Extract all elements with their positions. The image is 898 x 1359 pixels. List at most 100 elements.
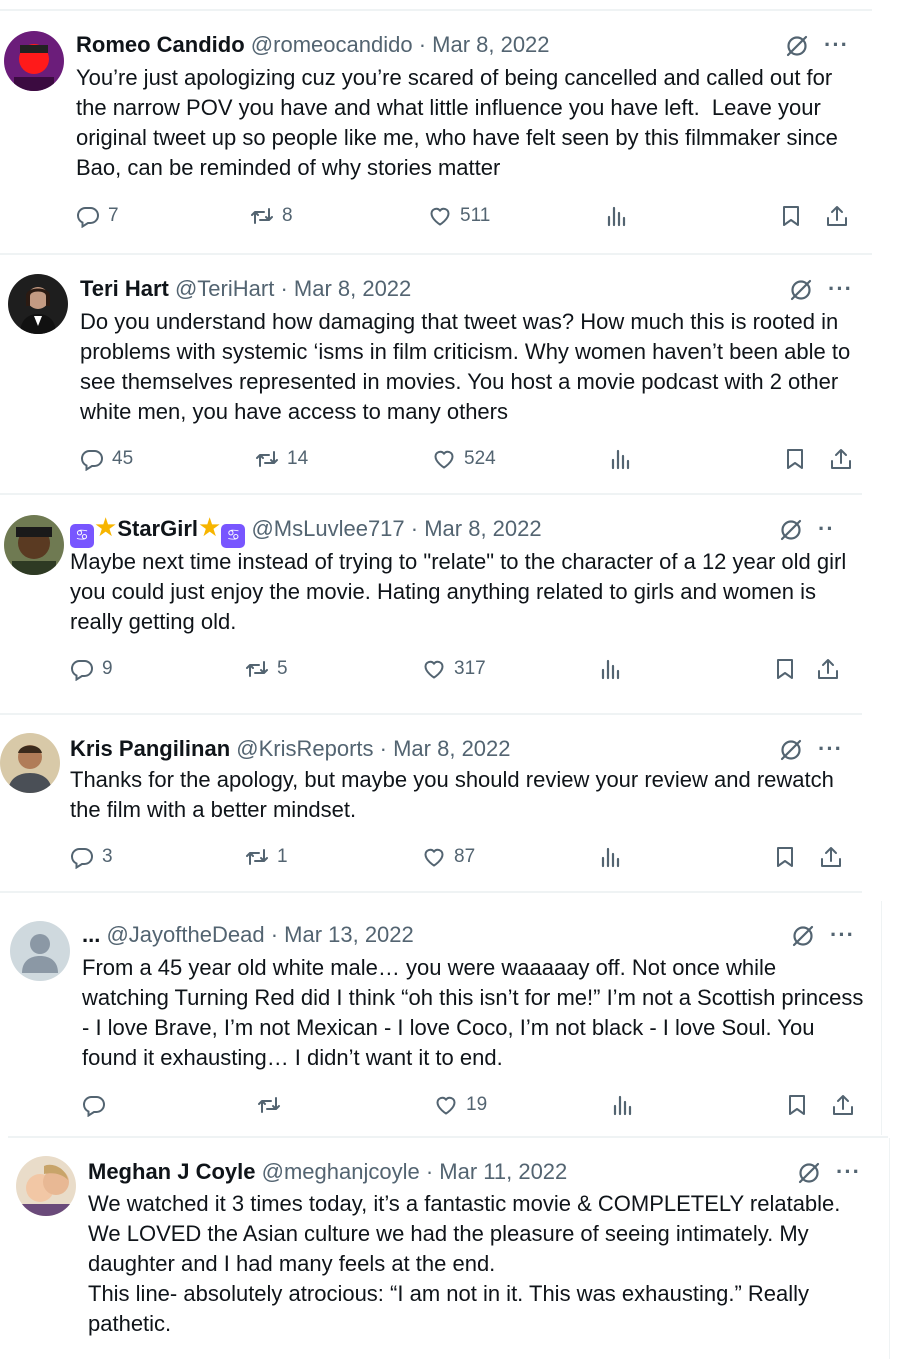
user-handle[interactable]: @romeocandido xyxy=(251,32,413,57)
retweet-icon xyxy=(255,447,279,471)
user-handle[interactable]: @MsLuvlee717 xyxy=(251,516,404,541)
grok-icon[interactable] xyxy=(790,923,816,949)
heart-icon xyxy=(428,204,452,228)
display-name[interactable]: ♋ ★StarGirl★ ♋ xyxy=(70,514,246,548)
reply-button[interactable]: 45 xyxy=(80,447,133,471)
views-button[interactable] xyxy=(598,845,622,869)
more-icon[interactable]: ··· xyxy=(836,1161,861,1183)
avatar[interactable] xyxy=(16,1156,76,1216)
share-icon xyxy=(829,447,853,471)
tweet-date[interactable]: · Mar 8, 2022 xyxy=(411,516,542,541)
display-name[interactable]: Romeo Candido xyxy=(76,32,245,57)
tweet-text: Do you understand how damaging that twee… xyxy=(80,309,857,424)
share-button[interactable] xyxy=(819,845,843,869)
action-bar: 3 1 87 xyxy=(70,845,850,875)
share-icon xyxy=(831,1093,855,1117)
bookmark-icon xyxy=(779,204,803,228)
bookmark-button[interactable] xyxy=(779,204,803,228)
avatar[interactable] xyxy=(4,31,64,91)
reply-icon xyxy=(82,1093,106,1117)
share-button[interactable] xyxy=(831,1093,855,1117)
avatar[interactable] xyxy=(4,515,64,575)
more-icon[interactable]: ··· xyxy=(830,924,855,946)
bookmark-icon xyxy=(785,1093,809,1117)
reply-count: 7 xyxy=(108,205,119,226)
user-handle[interactable]: @KrisReports xyxy=(236,736,373,761)
views-button[interactable] xyxy=(608,447,632,471)
views-button[interactable] xyxy=(598,657,622,681)
retweet-icon xyxy=(257,1093,281,1117)
analytics-icon xyxy=(598,657,622,681)
retweet-icon xyxy=(245,657,269,681)
display-name[interactable]: ... xyxy=(82,922,100,947)
more-icon[interactable]: ·· xyxy=(818,518,835,540)
retweet-button[interactable] xyxy=(257,1093,289,1117)
tweet-date[interactable]: · Mar 11, 2022 xyxy=(426,1159,567,1184)
display-name[interactable]: Meghan J Coyle xyxy=(88,1159,255,1184)
user-handle[interactable]: @meghanjcoyle xyxy=(262,1159,420,1184)
retweet-icon xyxy=(250,204,274,228)
tweet-jayofthedead[interactable]: ... @JayoftheDead · Mar 13, 2022 ··· Fro… xyxy=(0,901,882,1135)
tweet-text: We watched it 3 times today, it’s a fant… xyxy=(88,1191,841,1336)
reply-button[interactable]: 9 xyxy=(70,657,113,681)
reply-button[interactable]: 7 xyxy=(76,204,119,228)
display-name[interactable]: Kris Pangilinan xyxy=(70,736,230,761)
tweet-date[interactable]: · Mar 8, 2022 xyxy=(380,736,511,761)
like-button[interactable]: 511 xyxy=(428,204,490,228)
views-button[interactable] xyxy=(610,1093,634,1117)
grok-icon[interactable] xyxy=(788,277,814,303)
user-handle[interactable]: @JayoftheDead xyxy=(106,922,264,947)
retweet-count: 8 xyxy=(282,205,293,226)
tweet-text: Thanks for the apology, but maybe you sh… xyxy=(70,767,841,822)
bookmark-icon xyxy=(783,447,807,471)
display-name[interactable]: Teri Hart xyxy=(80,276,169,301)
like-count: 87 xyxy=(454,846,476,867)
like-button[interactable]: 524 xyxy=(432,447,496,471)
like-count: 524 xyxy=(464,448,496,469)
bookmark-button[interactable] xyxy=(773,845,797,869)
like-button[interactable]: 87 xyxy=(422,845,475,869)
tweet-date[interactable]: · Mar 8, 2022 xyxy=(280,276,411,301)
reply-button[interactable] xyxy=(82,1093,114,1117)
retweet-button[interactable]: 14 xyxy=(255,447,308,471)
more-icon[interactable]: ··· xyxy=(824,34,849,56)
like-button[interactable]: 317 xyxy=(422,657,486,681)
tweet-stargirl[interactable]: ♋ ★StarGirl★ ♋ @MsLuvlee717 · Mar 8, 2022 … xyxy=(0,495,862,702)
views-button[interactable] xyxy=(604,204,628,228)
tweet-date[interactable]: · Mar 8, 2022 xyxy=(419,32,550,57)
grok-icon[interactable] xyxy=(784,33,810,59)
bookmark-button[interactable] xyxy=(785,1093,809,1117)
share-icon xyxy=(816,657,840,681)
grok-icon[interactable] xyxy=(778,517,804,543)
avatar[interactable] xyxy=(8,274,68,334)
analytics-icon xyxy=(610,1093,634,1117)
retweet-count: 14 xyxy=(287,448,309,469)
share-button[interactable] xyxy=(829,447,853,471)
like-button[interactable]: 19 xyxy=(434,1093,487,1117)
grok-icon[interactable] xyxy=(778,737,804,763)
retweet-button[interactable]: 1 xyxy=(245,845,288,869)
bookmark-button[interactable] xyxy=(783,447,807,471)
retweet-button[interactable]: 8 xyxy=(250,204,293,228)
tweet-teri-hart[interactable]: Teri Hart @TeriHart · Mar 8, 2022 ··· Do… xyxy=(0,255,872,492)
avatar[interactable] xyxy=(0,733,60,793)
tweet-meghan-j-coyle[interactable]: Meghan J Coyle @meghanjcoyle · Mar 11, 2… xyxy=(8,1138,890,1359)
cancer-sign-icon: ♋ xyxy=(221,524,246,548)
retweet-button[interactable]: 5 xyxy=(245,657,288,681)
more-icon[interactable]: ··· xyxy=(828,278,853,300)
action-bar: 19 xyxy=(82,1093,862,1123)
share-button[interactable] xyxy=(825,204,849,228)
tweet-romeo-candido[interactable]: Romeo Candido @romeocandido · Mar 8, 202… xyxy=(0,11,872,252)
tweet-date[interactable]: · Mar 13, 2022 xyxy=(271,922,414,947)
grok-icon[interactable] xyxy=(796,1160,822,1186)
action-bar: 9 5 317 xyxy=(70,657,850,687)
share-button[interactable] xyxy=(816,657,840,681)
tweet-kris-pangilinan[interactable]: Kris Pangilinan @KrisReports · Mar 8, 20… xyxy=(0,715,862,890)
bookmark-button[interactable] xyxy=(773,657,797,681)
heart-icon xyxy=(422,845,446,869)
reply-button[interactable]: 3 xyxy=(70,845,113,869)
avatar[interactable] xyxy=(10,921,70,981)
user-handle[interactable]: @TeriHart xyxy=(175,276,274,301)
more-icon[interactable]: ··· xyxy=(818,738,843,760)
retweet-count: 5 xyxy=(277,658,288,679)
